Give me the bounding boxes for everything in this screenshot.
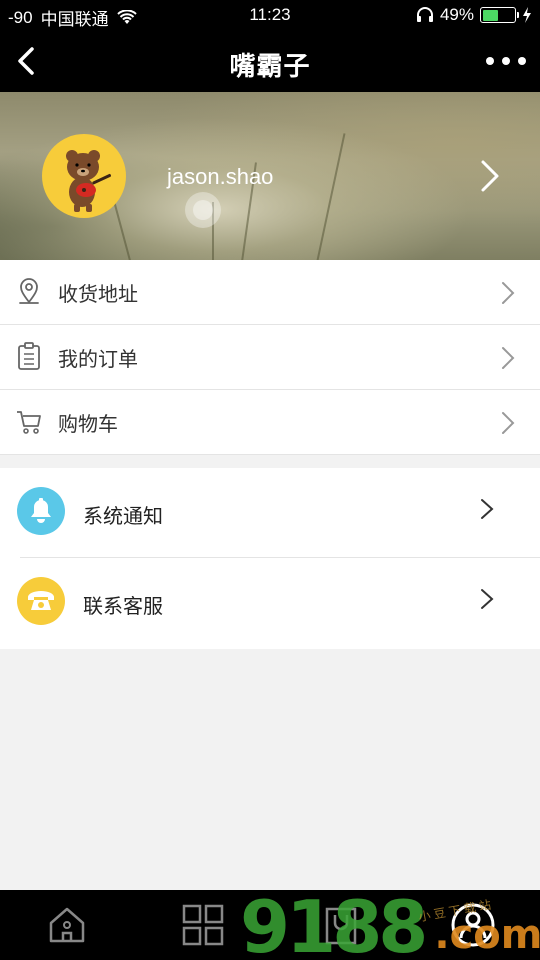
grid-icon (182, 904, 224, 946)
dandelion-decoration (185, 192, 221, 228)
menu-item-label: 购物车 (58, 413, 118, 436)
avatar[interactable] (42, 134, 126, 218)
tab-home[interactable] (42, 898, 92, 952)
menu-item-address[interactable]: 收货地址 (0, 260, 540, 325)
menu-item-label: 联系客服 (83, 596, 163, 618)
menu-item-label: 我的订单 (58, 348, 138, 371)
chevron-right-icon (502, 347, 515, 369)
tab-profile[interactable] (448, 898, 498, 952)
user-icon (451, 903, 495, 947)
menu-item-orders[interactable]: 我的订单 (0, 325, 540, 390)
profile-header[interactable]: jason.shao (0, 92, 540, 260)
shopping-cart-icon (17, 411, 41, 434)
chevron-right-icon (481, 499, 494, 519)
location-pin-icon (19, 278, 39, 304)
menu-item-notifications[interactable]: 系统通知 (0, 468, 540, 558)
chevron-right-icon[interactable] (478, 158, 502, 194)
bear-avatar-icon (66, 150, 112, 212)
menu-item-label: 收货地址 (58, 283, 138, 306)
chevron-right-icon (502, 412, 515, 434)
battery-icon (480, 7, 519, 23)
home-icon (49, 907, 85, 943)
headphones-icon (416, 7, 433, 22)
menu-item-cart[interactable]: 购物车 (0, 390, 540, 455)
tab-categories[interactable] (178, 898, 228, 952)
telephone-icon (17, 577, 65, 625)
menu-list: 收货地址 我的订单 购物车 (0, 260, 540, 455)
more-options-icon[interactable] (486, 49, 526, 73)
bottom-tab-bar (0, 890, 540, 960)
username: jason.shao (167, 164, 274, 189)
chevron-right-icon (502, 282, 515, 304)
tab-cart[interactable] (316, 898, 366, 952)
chevron-right-icon (481, 589, 494, 609)
bell-icon (17, 487, 65, 535)
clipboard-icon (18, 342, 40, 370)
menu-item-label: 系统通知 (83, 506, 163, 528)
menu-item-customer-service[interactable]: 联系客服 (0, 558, 540, 648)
navigation-bar: 嘴霸子 (0, 30, 540, 92)
service-list: 系统通知 联系客服 (0, 468, 540, 649)
battery-percent: 49% (439, 5, 474, 24)
charging-bolt-icon (523, 7, 531, 23)
status-bar: -90 中国联通 11:23 49% (0, 0, 540, 30)
battery-level (482, 9, 498, 21)
bag-icon (325, 907, 357, 945)
page-title: 嘴霸子 (229, 51, 311, 81)
